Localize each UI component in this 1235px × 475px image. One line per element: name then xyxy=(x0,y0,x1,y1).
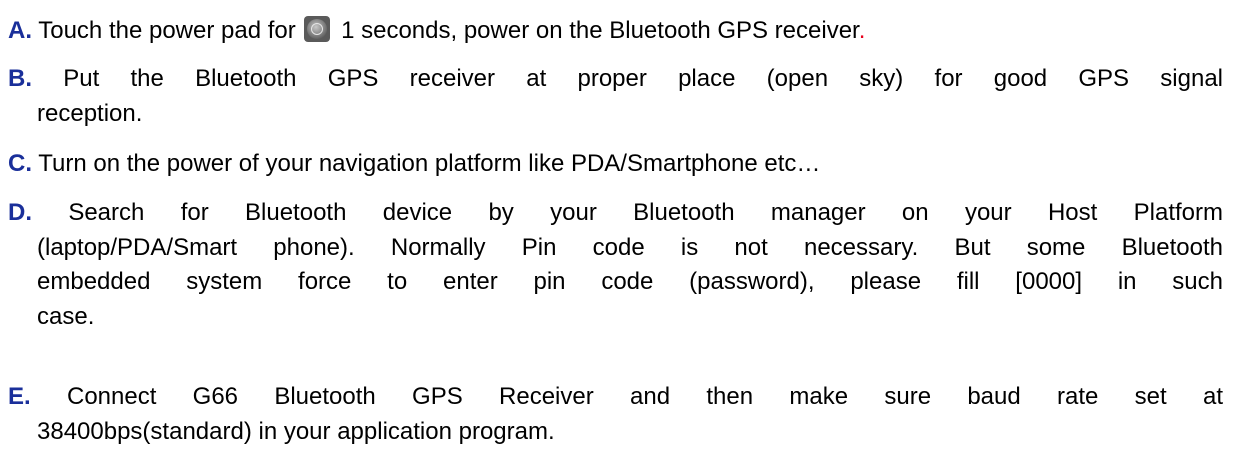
step-c: C. Turn on the power of your navigation … xyxy=(8,147,1223,182)
step-e-line-1: Connect G66 Bluetooth GPS Receiver and t… xyxy=(30,383,1223,410)
step-letter: E. xyxy=(8,383,31,410)
step-d: D. Search for Bluetooth device by your B… xyxy=(8,196,1223,334)
step-b-line-2: reception. xyxy=(37,99,143,127)
power-pad-icon xyxy=(304,16,331,42)
step-b-line-1: Put the Bluetooth GPS receiver at proper… xyxy=(32,65,1223,92)
step-d-line-1: Search for Bluetooth device by your Blue… xyxy=(32,199,1223,226)
step-e: E. Connect G66 Bluetooth GPS Receiver an… xyxy=(8,380,1223,449)
step-e-line-2: 38400bps(standard) in your application p… xyxy=(37,417,555,445)
step-a-red-period: . xyxy=(858,17,866,44)
step-b: B. Put the Bluetooth GPS receiver at pro… xyxy=(8,62,1223,131)
step-letter: D. xyxy=(8,199,32,226)
step-d-line-3: embedded system force to enter pin code … xyxy=(37,268,1223,295)
step-letter: A. xyxy=(8,17,32,44)
step-d-line-4: case. xyxy=(37,302,95,330)
step-d-line-2: (laptop/PDA/Smart phone). Normally Pin c… xyxy=(37,233,1223,261)
step-letter: C. xyxy=(8,150,32,177)
step-a: A. Touch the power pad for 1 seconds, po… xyxy=(8,14,1223,49)
step-a-text-start: Touch the power pad for xyxy=(32,17,303,44)
step-letter: B. xyxy=(8,65,32,92)
step-a-text-end: 1 seconds, power on the Bluetooth GPS re… xyxy=(334,17,859,44)
step-c-text: Turn on the power of your navigation pla… xyxy=(32,150,821,177)
instruction-steps: ​ A. Touch the power pad for 1 seconds, … xyxy=(0,0,1235,475)
